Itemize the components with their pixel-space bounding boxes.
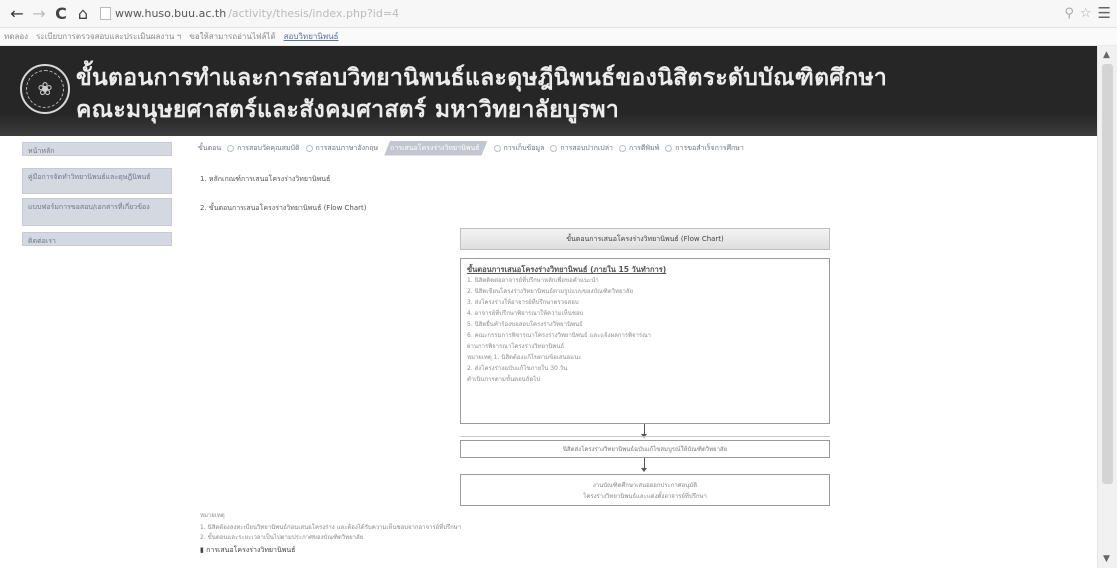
hamburger-menu-icon[interactable]: ☰: [1098, 4, 1111, 22]
scroll-down-arrow-icon[interactable]: ▼: [1103, 554, 1110, 564]
footnote-line: 2. ขั้นตอนและระยะเวลาเป็นไปตามประกาศของบ…: [200, 534, 364, 541]
footnote-link-label: การเสนอโครงร่างวิทยานิพนธ์: [206, 546, 296, 554]
circle-icon: [305, 144, 313, 152]
tab-step-6[interactable]: การตีพิมพ์: [618, 143, 660, 154]
tab-label: การสอบวัดคุณสมบัติ: [237, 143, 300, 152]
site-banner: ❀ ขั้นตอนการทำและการสอบวิทยานิพนธ์และดุษ…: [0, 46, 1097, 136]
footnote-link[interactable]: ▮ การเสนอโครงร่างวิทยานิพนธ์: [200, 545, 295, 556]
forward-arrow-icon[interactable]: →: [28, 3, 50, 25]
footnote-heading: หมายเหตุ: [200, 512, 225, 519]
bookmark-item[interactable]: ขอให้สามารถอ่านไฟล์ได้: [189, 30, 275, 43]
url-path: /activity/thesis/index.php?id=4: [228, 7, 400, 20]
circle-icon: [665, 144, 673, 152]
sidebar-item-contact[interactable]: ติดต่อเรา: [22, 232, 172, 246]
sidebar-item-home[interactable]: หน้าหลัก: [22, 142, 172, 156]
flowchart-header: ขั้นตอนการเสนอโครงร่างวิทยานิพนธ์ (Flow …: [460, 228, 830, 250]
flowchart-box-line: หมายเหตุ 1. นิสิตต้องแก้ไขตามข้อเสนอแนะ: [467, 354, 582, 361]
circle-icon: [550, 144, 558, 152]
sidebar-item-manual[interactable]: คู่มือการจัดทำวิทยานิพนธ์และดุษฎีนิพนธ์: [22, 168, 172, 194]
tab-step-1[interactable]: การสอบวัดคุณสมบัติ: [227, 143, 300, 154]
bookmark-item[interactable]: สอบวิทยานิพนธ์: [284, 30, 339, 43]
circle-icon: [227, 144, 235, 152]
flowchart-box-line: 1. นิสิตติดต่ออาจารย์ที่ปรึกษาหลักเพื่อข…: [467, 277, 599, 284]
tab-label: การเก็บข้อมูล: [503, 143, 545, 152]
circle-icon: [618, 144, 626, 152]
step-tabs: ขั้นตอน การสอบวัดคุณสมบัติ การสอบภาษาอัง…: [198, 141, 744, 155]
flowchart-step-1-box: ขั้นตอนการเสนอโครงร่างวิทยานิพนธ์ (ภายใน…: [460, 258, 830, 424]
bookmark-star-icon[interactable]: ☆: [1080, 6, 1092, 21]
banner-title-line1: ขั้นตอนการทำและการสอบวิทยานิพนธ์และดุษฎี…: [76, 65, 888, 91]
tab-step-0[interactable]: ขั้นตอน: [198, 143, 221, 154]
tab-step-7[interactable]: การขอสำเร็จการศึกษา: [665, 143, 744, 154]
flowchart-box-line: 2. ส่งโครงร่างฉบับแก้ไขภายใน 30 วัน: [467, 365, 568, 372]
flowchart-box-line: 2. นิสิตเขียนโครงร่างวิทยานิพนธ์ตามรูปแบ…: [467, 288, 634, 295]
flowchart-divider: [460, 436, 830, 437]
tab-label: ขั้นตอน: [198, 143, 222, 152]
flowchart-box-title: ขั้นตอนการเสนอโครงร่างวิทยานิพนธ์ (ภายใน…: [467, 265, 667, 274]
bookmark-item[interactable]: ระเบียบการตรวจสอบและประเมินผลงาน ฯ: [36, 30, 181, 43]
tab-step-2[interactable]: การสอบภาษาอังกฤษ: [305, 143, 379, 154]
tab-step-3-active[interactable]: การเสนอโครงร่างวิทยานิพนธ์: [384, 141, 487, 156]
banner-title-line2: คณะมนุษยศาสตร์และสังคมศาสตร์ มหาวิทยาลัย…: [76, 97, 620, 123]
flowchart-step3-line1: งานบัณฑิตศึกษาเสนอออกประกาศอนุมัติ: [592, 482, 698, 489]
footnote-line: 1. นิสิตต้องลงทะเบียนวิทยานิพนธ์ก่อนเสนอ…: [200, 524, 462, 531]
sidebar: หน้าหลัก คู่มือการจัดทำวิทยานิพนธ์และดุษ…: [0, 136, 180, 568]
back-arrow-icon[interactable]: ←: [6, 3, 28, 25]
university-seal-logo: ❀: [20, 64, 70, 114]
flowchart-box-line: 4. อาจารย์ที่ปรึกษาพิจารณาให้ความเห็นชอบ: [467, 310, 584, 317]
flowchart-step3-line2: โครงร่างวิทยานิพนธ์และแต่งตั้งอาจารย์ที่…: [583, 493, 707, 500]
tab-label: การสอบปากเปล่า: [560, 143, 613, 152]
scroll-up-arrow-icon[interactable]: ▲: [1103, 50, 1110, 60]
flowchart-box-line: ผ่านการพิจารณาโครงร่างวิทยานิพนธ์: [467, 343, 565, 350]
seal-emblem-icon: ❀: [26, 70, 64, 108]
flowchart-box-line: ดำเนินการตามขั้นตอนถัดไป: [467, 376, 541, 383]
flowchart-step-3-box: งานบัณฑิตศึกษาเสนอออกประกาศอนุมัติ โครงร…: [460, 474, 830, 506]
sidebar-item-forms[interactable]: แบบฟอร์มการขอสอบ/เอกสารที่เกี่ยวข้อง: [22, 198, 172, 226]
flowchart-step-2-box: นิสิตส่งโครงร่างวิทยานิพนธ์ฉบับแก้ไขสมบู…: [460, 440, 830, 458]
address-bar[interactable]: www.huso.buu.ac.th /activity/thesis/inde…: [100, 4, 780, 24]
page-icon: [100, 7, 111, 20]
home-icon[interactable]: ⌂: [72, 3, 94, 25]
tab-label: การตีพิมพ์: [628, 143, 660, 152]
bookmark-item[interactable]: ทดลอง: [4, 30, 28, 43]
page-scrollbar[interactable]: ▲ ▼: [1097, 46, 1117, 568]
tab-step-4[interactable]: การเก็บข้อมูล: [493, 143, 545, 154]
tab-label: การขอสำเร็จการศึกษา: [675, 143, 744, 152]
bookmarks-bar: ทดลอง ระเบียบการตรวจสอบและประเมินผลงาน ฯ…: [0, 28, 1117, 46]
reload-icon[interactable]: C: [50, 3, 72, 25]
arrow-down-icon: [641, 468, 647, 472]
zoom-icon[interactable]: ⚲: [1064, 6, 1074, 21]
content-link-criteria[interactable]: 1. หลักเกณฑ์การเสนอโครงร่างวิทยานิพนธ์: [200, 174, 330, 185]
browser-toolbar: ← → C ⌂ www.huso.buu.ac.th /activity/the…: [0, 0, 1117, 28]
tab-label: การเสนอโครงร่างวิทยานิพนธ์: [390, 143, 480, 152]
url-host: www.huso.buu.ac.th: [115, 7, 227, 20]
flowchart-box-line: 6. คณะกรรมการพิจารณาโครงร่างวิทยานิพนธ์ …: [467, 332, 652, 339]
flowchart-box-line: 5. นิสิตยื่นคำร้องขอสอบโครงร่างวิทยานิพน…: [467, 321, 583, 328]
content-link-flowchart[interactable]: 2. ขั้นตอนการเสนอโครงร่างวิทยานิพนธ์ (Fl…: [200, 203, 366, 214]
circle-icon: [493, 144, 501, 152]
tab-label: การสอบภาษาอังกฤษ: [315, 143, 379, 152]
flowchart-box-line: 3. ส่งโครงร่างให้อาจารย์ที่ปรึกษาตรวจสอบ: [467, 299, 579, 306]
scrollbar-thumb[interactable]: [1102, 64, 1113, 484]
tab-step-5[interactable]: การสอบปากเปล่า: [550, 143, 613, 154]
